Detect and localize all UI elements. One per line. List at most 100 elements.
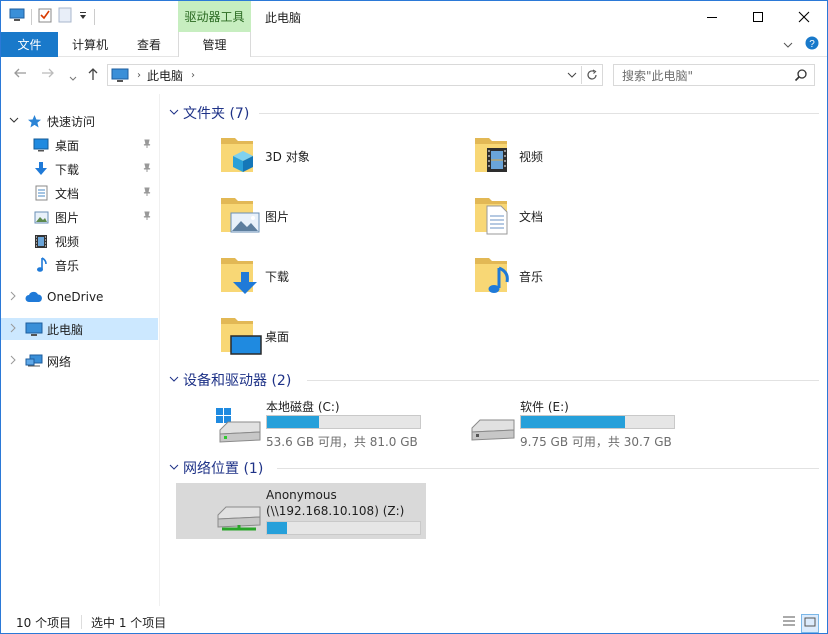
cloud-icon (25, 291, 43, 303)
chevron-expanded-icon[interactable] (9, 116, 19, 127)
downloads-folder-icon (219, 252, 267, 300)
new-folder-icon[interactable] (58, 7, 72, 26)
folder-item-pictures[interactable]: 图片 (219, 192, 469, 250)
tab-view[interactable]: 查看 (121, 32, 177, 57)
sidebar-item-pictures[interactable]: 图片 (1, 206, 158, 228)
up-button[interactable] (87, 67, 99, 85)
sidebar-item-downloads[interactable]: 下载 (1, 158, 158, 180)
tab-manage[interactable]: 管理 (178, 32, 251, 57)
sidebar-item-onedrive[interactable]: OneDrive (1, 286, 158, 308)
sidebar-label-quick-access: 快速访问 (47, 114, 96, 129)
sidebar-item-videos[interactable]: 视频 (1, 230, 158, 252)
refresh-button[interactable] (582, 69, 602, 81)
folder-item-desktop[interactable]: 桌面 (219, 312, 469, 370)
chevron-down-icon[interactable] (169, 375, 179, 386)
search-input[interactable]: 搜索"此电脑" (622, 67, 693, 84)
hard-drive-icon (470, 404, 518, 444)
breadcrumb-chevron-icon[interactable]: › (191, 70, 195, 81)
chevron-right-icon[interactable] (9, 291, 17, 304)
maximize-button[interactable] (735, 1, 781, 32)
group-header-network[interactable]: 网络位置 (1) (161, 458, 827, 478)
drive-item-c[interactable]: 本地磁盘 (C:) 53.6 GB 可用，共 81.0 GB (216, 398, 466, 454)
search-box[interactable]: 搜索"此电脑" (613, 64, 815, 86)
group-header-drives[interactable]: 设备和驱动器 (2) (161, 370, 827, 390)
sidebar-item-music[interactable]: 音乐 (1, 254, 158, 276)
group-title-network: 网络位置 (1) (183, 461, 264, 477)
video-icon (34, 234, 48, 249)
svg-text:?: ? (809, 39, 815, 50)
windows-drive-icon (216, 404, 264, 444)
sidebar-item-desktop[interactable]: 桌面 (1, 134, 158, 156)
drive-name: 软件 (E:) (520, 400, 569, 414)
folder-item-downloads[interactable]: 下载 (219, 252, 469, 310)
sidebar-item-documents[interactable]: 文档 (1, 182, 158, 204)
chevron-down-icon[interactable] (169, 108, 179, 119)
folder-label: 文档 (519, 210, 544, 224)
chevron-down-icon[interactable] (169, 463, 179, 474)
back-button[interactable] (13, 67, 27, 83)
explorer-window: 驱动器工具 此电脑 文件 计算机 查看 管理 ? › 此电脑 › 搜索"此电脑"… (0, 0, 828, 634)
drive-size: 9.75 GB 可用，共 30.7 GB (520, 435, 672, 449)
chevron-right-icon[interactable] (9, 323, 17, 336)
tab-computer[interactable]: 计算机 (61, 32, 119, 57)
sidebar-item-quick-access[interactable]: 快速访问 (1, 110, 158, 132)
expand-ribbon-icon[interactable] (783, 38, 793, 52)
tab-file[interactable]: 文件 (1, 32, 58, 57)
group-title-folders: 文件夹 (7) (183, 106, 250, 122)
details-view-icon (783, 616, 795, 626)
refresh-icon (587, 69, 597, 80)
maximize-icon (753, 11, 763, 22)
search-icon[interactable] (794, 68, 808, 85)
pin-icon[interactable] (142, 187, 152, 200)
breadcrumb-separator-icon[interactable]: › (137, 70, 141, 81)
drive-tools-context-title: 驱动器工具 (178, 1, 251, 32)
computer-icon[interactable] (9, 8, 25, 25)
minimize-icon (707, 16, 717, 18)
pin-icon[interactable] (142, 139, 152, 152)
this-pc-icon (25, 322, 43, 336)
desktop-icon (33, 138, 49, 152)
folder-item-3d-objects[interactable]: 3D 对象 (219, 132, 469, 190)
sidebar-label-downloads: 下载 (55, 162, 80, 177)
folder-label: 视频 (519, 150, 544, 164)
sidebar-item-this-pc[interactable]: 此电脑 (1, 318, 158, 340)
address-dropdown-button[interactable] (563, 71, 581, 79)
recent-locations-button[interactable] (69, 70, 77, 86)
close-button[interactable] (781, 1, 827, 32)
help-icon[interactable]: ? (805, 36, 819, 53)
sidebar-label-pictures: 图片 (55, 210, 80, 225)
drive-usage-bar (520, 415, 675, 429)
folder-item-videos[interactable]: 视频 (473, 132, 723, 190)
chevron-down-icon (69, 76, 77, 81)
drive-usage-bar (266, 415, 421, 429)
pin-icon[interactable] (142, 163, 152, 176)
properties-icon[interactable] (38, 7, 52, 26)
folder-item-music[interactable]: 音乐 (473, 252, 723, 310)
minimize-button[interactable] (689, 1, 735, 32)
network-location-item-z[interactable]: Anonymous (\\192.168.10.108) (Z:) (176, 483, 426, 539)
drive-name: 本地磁盘 (C:) (266, 400, 340, 414)
group-header-folders[interactable]: 文件夹 (7) (161, 103, 827, 123)
folder-label: 图片 (265, 210, 290, 224)
details-view-button[interactable] (781, 614, 797, 633)
document-icon (35, 185, 48, 201)
forward-button[interactable] (41, 67, 55, 83)
folder-label: 音乐 (519, 270, 544, 284)
sidebar-label-music: 音乐 (55, 258, 80, 273)
close-icon (798, 11, 810, 22)
breadcrumb-this-pc[interactable]: 此电脑 (147, 67, 183, 84)
network-drive-path: (\\192.168.10.108) (Z:) (266, 504, 405, 518)
customize-qat-icon[interactable] (78, 10, 88, 24)
pin-icon[interactable] (142, 211, 152, 224)
star-icon (27, 114, 42, 129)
folder-item-documents[interactable]: 文档 (473, 192, 723, 250)
sidebar-item-network[interactable]: 网络 (1, 350, 158, 372)
address-bar[interactable]: › 此电脑 › (107, 64, 603, 86)
drive-usage-bar (266, 521, 421, 535)
sidebar-label-onedrive: OneDrive (47, 290, 104, 304)
chevron-right-icon[interactable] (9, 355, 17, 368)
title-bar: 驱动器工具 此电脑 (1, 1, 827, 32)
drive-item-e[interactable]: 软件 (E:) 9.75 GB 可用，共 30.7 GB (470, 398, 720, 454)
large-icons-view-button[interactable] (801, 614, 819, 633)
status-selected-count: 选中 1 个项目 (91, 615, 167, 630)
